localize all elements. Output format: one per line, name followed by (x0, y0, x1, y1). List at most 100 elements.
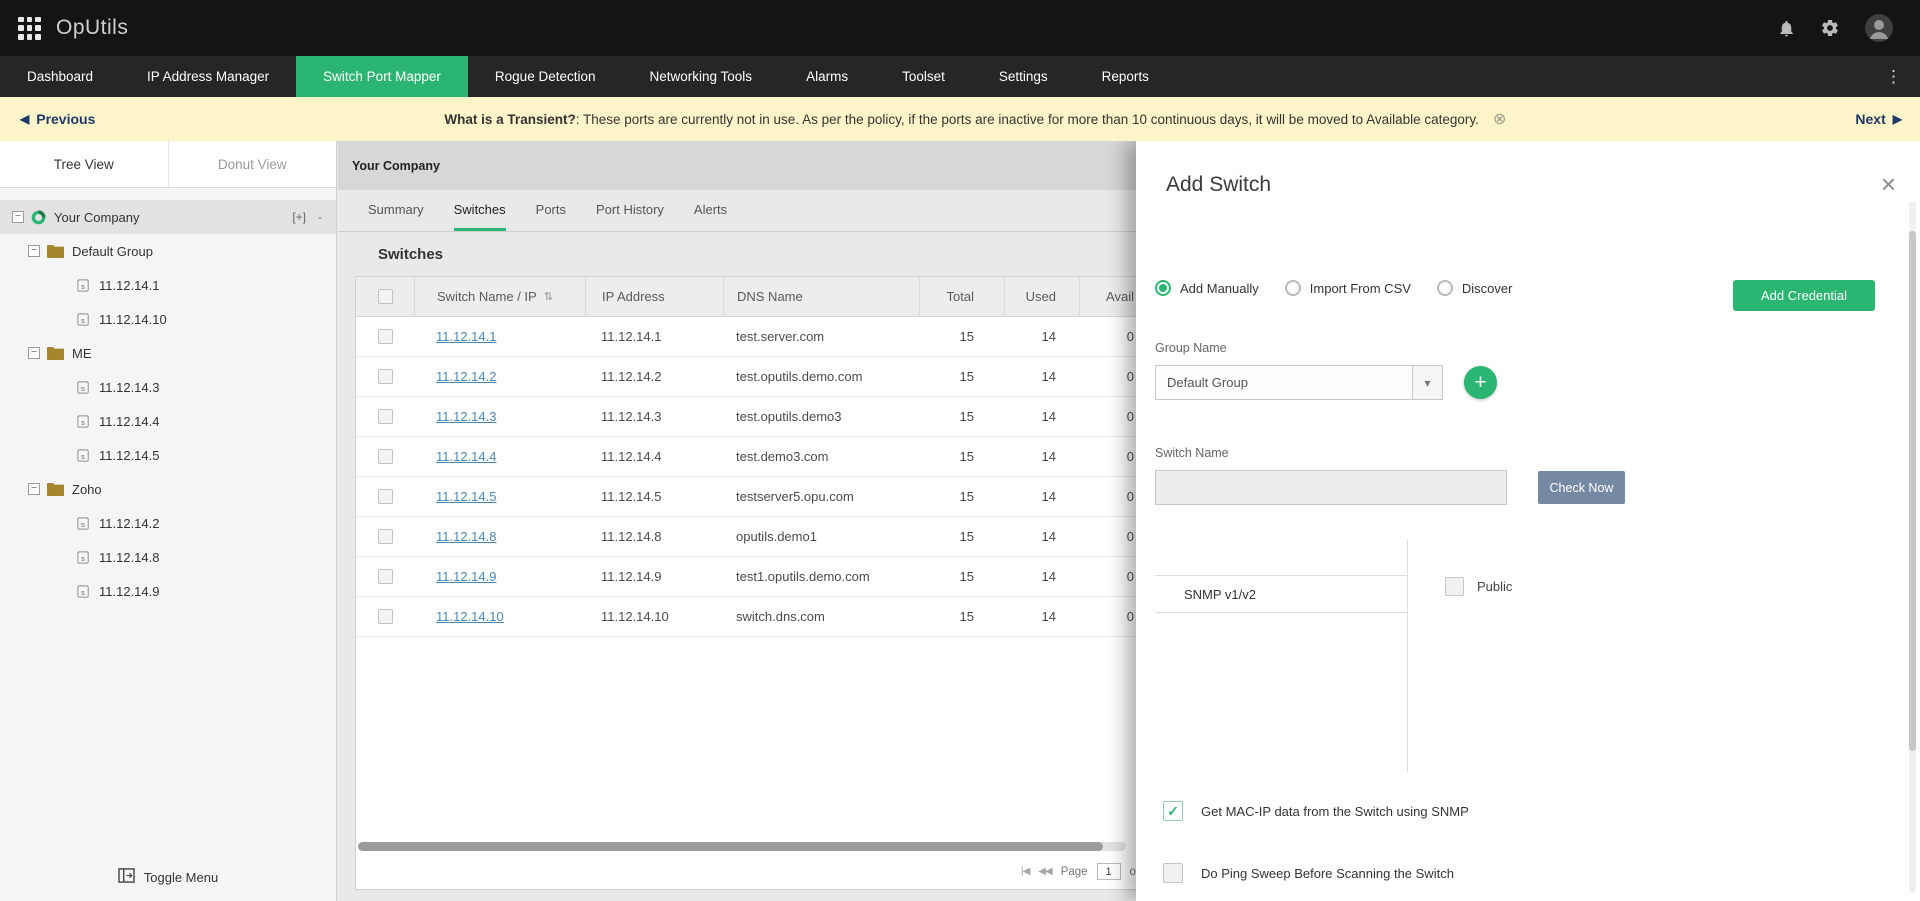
switch-name-link[interactable]: 11.12.14.1 (436, 329, 496, 344)
banner-close-icon[interactable]: ⊗ (1493, 109, 1506, 129)
user-avatar[interactable] (1864, 13, 1894, 43)
tree-node-switch[interactable]: s 11.12.14.4 (0, 404, 336, 438)
tree-group-me[interactable]: − ME (0, 336, 336, 370)
first-page-icon[interactable]: |◀ (1021, 866, 1029, 877)
row-checkbox[interactable] (378, 529, 393, 544)
switch-name-link[interactable]: 11.12.14.5 (436, 489, 496, 504)
tab-ports[interactable]: Ports (536, 190, 566, 231)
nav-switch-port-mapper[interactable]: Switch Port Mapper (296, 56, 468, 97)
collapse-icon[interactable]: − (28, 245, 40, 257)
nav-dashboard[interactable]: Dashboard (0, 56, 120, 97)
switch-name-link[interactable]: 11.12.14.9 (436, 569, 496, 584)
tree-node-switch[interactable]: s 11.12.14.8 (0, 540, 336, 574)
add-group-button[interactable]: + (1464, 366, 1497, 399)
collapse-icon[interactable]: − (28, 347, 40, 359)
get-mac-ip-option: ✓ Get MAC-IP data from the Switch using … (1163, 801, 1469, 821)
expand-all-control[interactable]: [+] (292, 210, 306, 224)
row-checkbox[interactable] (378, 409, 393, 424)
cell-total: 15 (919, 489, 1004, 504)
col-dns-name[interactable]: DNS Name (723, 277, 919, 316)
switch-name-link[interactable]: 11.12.14.10 (436, 609, 504, 624)
public-checkbox[interactable] (1445, 577, 1464, 596)
tree-node-your-company[interactable]: − Your Company [+] - (0, 200, 336, 234)
col-ip-address[interactable]: IP Address (585, 277, 723, 316)
group-tab[interactable]: Your Company (338, 159, 454, 173)
row-checkbox[interactable] (378, 329, 393, 344)
toggle-menu-button[interactable]: Toggle Menu (0, 859, 336, 895)
collapse-all-control[interactable]: - (318, 210, 322, 224)
credential-item-snmp[interactable]: SNMP v1/v2 (1155, 575, 1407, 613)
tree-node-switch[interactable]: s 11.12.14.1 (0, 268, 336, 302)
radio-add-manually[interactable]: Add Manually (1155, 280, 1259, 296)
nav-networking-tools[interactable]: Networking Tools (623, 56, 780, 97)
col-total[interactable]: Total (919, 277, 1004, 316)
radio-selected-icon[interactable] (1155, 280, 1171, 296)
apps-grid-icon[interactable] (18, 17, 41, 40)
collapse-icon[interactable]: − (12, 211, 24, 223)
radio-import-from-csv[interactable]: Import From CSV (1285, 280, 1411, 296)
select-all-checkbox[interactable] (378, 289, 393, 304)
check-now-button[interactable]: Check Now (1538, 471, 1625, 504)
switch-icon: s (76, 584, 91, 599)
group-name-select[interactable]: Default Group ▾ (1155, 365, 1443, 400)
tab-tree-view[interactable]: Tree View (0, 141, 169, 187)
tree-node-switch[interactable]: s 11.12.14.5 (0, 438, 336, 472)
close-icon[interactable]: × (1881, 171, 1896, 197)
panel-scrollbar[interactable] (1909, 201, 1916, 893)
section-title: Switches (378, 246, 443, 263)
cell-ip: 11.12.14.3 (585, 409, 723, 424)
sort-icon[interactable]: ⇅ (544, 290, 553, 303)
nav-settings[interactable]: Settings (972, 56, 1075, 97)
radio-icon[interactable] (1437, 280, 1453, 296)
row-checkbox[interactable] (378, 449, 393, 464)
row-checkbox[interactable] (378, 569, 393, 584)
chevron-down-icon[interactable]: ▾ (1412, 366, 1442, 399)
previous-page-icon[interactable]: ◀◀ (1038, 866, 1051, 877)
tree-node-switch[interactable]: s 11.12.14.3 (0, 370, 336, 404)
row-checkbox[interactable] (378, 369, 393, 384)
notifications-bell-icon[interactable] (1777, 19, 1796, 38)
tree-node-switch[interactable]: s 11.12.14.2 (0, 506, 336, 540)
switch-name-link[interactable]: 11.12.14.3 (436, 409, 496, 424)
nav-ip-address-manager[interactable]: IP Address Manager (120, 56, 296, 97)
switch-name-input[interactable] (1155, 470, 1507, 505)
switch-name-link[interactable]: 11.12.14.4 (436, 449, 496, 464)
tab-port-history[interactable]: Port History (596, 190, 664, 231)
tree-node-switch[interactable]: s 11.12.14.9 (0, 574, 336, 608)
tree-group-default-group[interactable]: − Default Group (0, 234, 336, 268)
tab-switches[interactable]: Switches (454, 190, 506, 231)
cell-ip: 11.12.14.4 (585, 449, 723, 464)
tab-summary[interactable]: Summary (368, 190, 424, 231)
page-input[interactable] (1097, 863, 1121, 880)
cell-total: 15 (919, 449, 1004, 464)
next-button[interactable]: Next ▶ (1855, 111, 1902, 127)
nav-overflow-icon[interactable]: ⋮ (1867, 56, 1920, 97)
nav-toolset[interactable]: Toolset (875, 56, 972, 97)
tab-alerts[interactable]: Alerts (694, 190, 727, 231)
col-used[interactable]: Used (1004, 277, 1079, 316)
radio-discover[interactable]: Discover (1437, 280, 1513, 296)
row-checkbox[interactable] (378, 609, 393, 624)
switch-name-link[interactable]: 11.12.14.8 (436, 529, 496, 544)
horizontal-scrollbar-thumb[interactable] (358, 842, 1103, 851)
panel-scrollbar-thumb[interactable] (1909, 231, 1916, 751)
col-switch-name[interactable]: Switch Name / IP⇅ (414, 277, 585, 316)
info-banner: ◀ Previous What is a Transient? : These … (0, 97, 1920, 141)
collapse-icon[interactable]: − (28, 483, 40, 495)
switch-icon: s (76, 516, 91, 531)
row-checkbox[interactable] (378, 489, 393, 504)
tab-donut-view[interactable]: Donut View (169, 141, 337, 187)
nav-rogue-detection[interactable]: Rogue Detection (468, 56, 623, 97)
add-credential-button[interactable]: Add Credential (1733, 280, 1875, 311)
horizontal-scrollbar[interactable] (358, 842, 1126, 851)
switch-name-link[interactable]: 11.12.14.2 (436, 369, 496, 384)
previous-button[interactable]: ◀ Previous (20, 111, 95, 127)
nav-alarms[interactable]: Alarms (779, 56, 875, 97)
get-mac-ip-checkbox[interactable]: ✓ (1163, 801, 1183, 821)
ping-sweep-checkbox[interactable] (1163, 863, 1183, 883)
radio-icon[interactable] (1285, 280, 1301, 296)
tree-node-switch[interactable]: s 11.12.14.10 (0, 302, 336, 336)
settings-gear-icon[interactable] (1820, 18, 1840, 38)
tree-group-zoho[interactable]: − Zoho (0, 472, 336, 506)
nav-reports[interactable]: Reports (1075, 56, 1176, 97)
